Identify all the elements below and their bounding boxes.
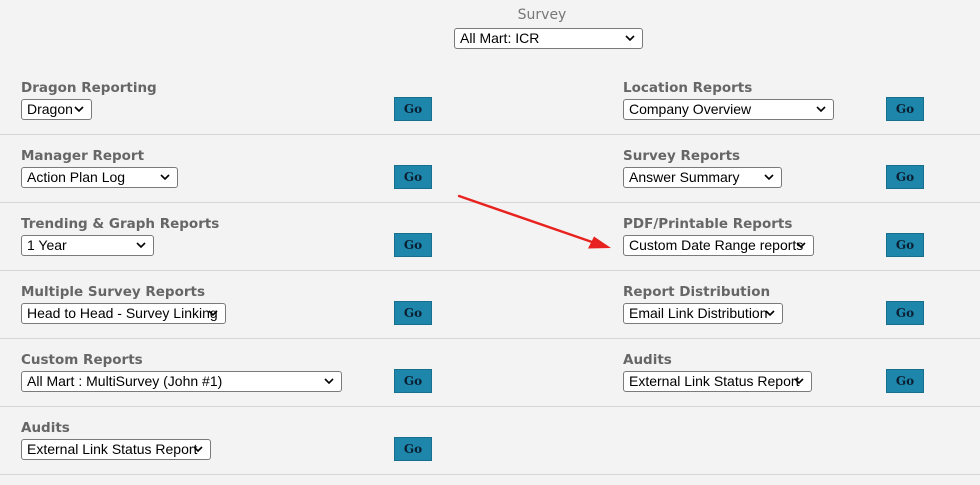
- chevron-down-icon: [193, 446, 203, 453]
- manager-report-go-button[interactable]: Go: [394, 165, 432, 189]
- section-title-location-reports: Location Reports: [623, 80, 753, 96]
- survey-reports-go-button[interactable]: Go: [886, 165, 924, 189]
- multiple-survey-reports-select[interactable]: Head to Head - Survey Linking: [21, 303, 226, 324]
- chevron-down-icon: [136, 242, 146, 249]
- manager-report-select-value: Action Plan Log: [27, 169, 126, 185]
- section-title-audits-left: Audits: [21, 420, 70, 436]
- section-title-multiple-survey-reports: Multiple Survey Reports: [21, 284, 205, 300]
- audits-left-select-value: External Link Status Report: [27, 441, 198, 457]
- row-divider: [0, 270, 980, 271]
- chevron-down-icon: [324, 378, 334, 385]
- multiple-survey-reports-select-value: Head to Head - Survey Linking: [27, 305, 218, 321]
- survey-reports-select[interactable]: Answer Summary: [623, 167, 782, 188]
- chevron-down-icon: [816, 106, 826, 113]
- section-title-survey-reports: Survey Reports: [623, 148, 741, 164]
- row-divider: [0, 406, 980, 407]
- section-title-report-distribution: Report Distribution: [623, 284, 771, 300]
- report-distribution-select[interactable]: Email Link Distribution: [623, 303, 783, 324]
- chevron-down-icon: [765, 310, 775, 317]
- pdf-printable-reports-select[interactable]: Custom Date Range reports: [623, 235, 814, 256]
- custom-reports-select[interactable]: All Mart : MultiSurvey (John #1): [21, 371, 342, 392]
- chevron-down-icon: [794, 378, 804, 385]
- section-title-trending-graph-reports: Trending & Graph Reports: [21, 216, 220, 232]
- chevron-down-icon: [796, 242, 806, 249]
- report-distribution-select-value: Email Link Distribution: [629, 305, 768, 321]
- audits-right-go-button[interactable]: Go: [886, 369, 924, 393]
- trending-graph-reports-select-value: 1 Year: [27, 237, 67, 253]
- section-title-audits-right: Audits: [623, 352, 672, 368]
- section-title-dragon-reporting: Dragon Reporting: [21, 80, 157, 96]
- trending-graph-reports-select[interactable]: 1 Year: [21, 235, 154, 256]
- location-reports-go-button[interactable]: Go: [886, 97, 924, 121]
- chevron-down-icon: [160, 174, 170, 181]
- row-divider: [0, 202, 980, 203]
- chevron-down-icon: [764, 174, 774, 181]
- survey-reports-select-value: Answer Summary: [629, 169, 740, 185]
- custom-reports-select-value: All Mart : MultiSurvey (John #1): [27, 373, 223, 389]
- survey-select[interactable]: All Mart: ICR: [454, 28, 643, 49]
- pdf-printable-reports-go-button[interactable]: Go: [886, 233, 924, 257]
- trending-graph-reports-go-button[interactable]: Go: [394, 233, 432, 257]
- manager-report-select[interactable]: Action Plan Log: [21, 167, 178, 188]
- location-reports-select-value: Company Overview: [629, 101, 752, 117]
- chevron-down-icon: [208, 310, 218, 317]
- row-divider: [0, 134, 980, 135]
- dragon-reporting-select-value: Dragon: [27, 101, 73, 117]
- audits-right-select-value: External Link Status Report: [629, 373, 800, 389]
- multiple-survey-reports-go-button[interactable]: Go: [394, 301, 432, 325]
- section-title-manager-report: Manager Report: [21, 148, 145, 164]
- audits-right-select[interactable]: External Link Status Report: [623, 371, 812, 392]
- row-divider: [0, 338, 980, 339]
- survey-label: Survey: [517, 7, 567, 23]
- dragon-reporting-go-button[interactable]: Go: [394, 97, 432, 121]
- section-title-custom-reports: Custom Reports: [21, 352, 143, 368]
- audits-left-go-button[interactable]: Go: [394, 437, 432, 461]
- dragon-reporting-select[interactable]: Dragon: [21, 99, 92, 120]
- section-title-pdf-printable-reports: PDF/Printable Reports: [623, 216, 793, 232]
- audits-left-select[interactable]: External Link Status Report: [21, 439, 211, 460]
- chevron-down-icon: [74, 106, 84, 113]
- location-reports-select[interactable]: Company Overview: [623, 99, 834, 120]
- chevron-down-icon: [625, 35, 635, 42]
- custom-reports-go-button[interactable]: Go: [394, 369, 432, 393]
- pdf-printable-reports-select-value: Custom Date Range reports: [629, 237, 804, 253]
- report-distribution-go-button[interactable]: Go: [886, 301, 924, 325]
- survey-select-value: All Mart: ICR: [460, 30, 540, 46]
- row-divider: [0, 474, 980, 475]
